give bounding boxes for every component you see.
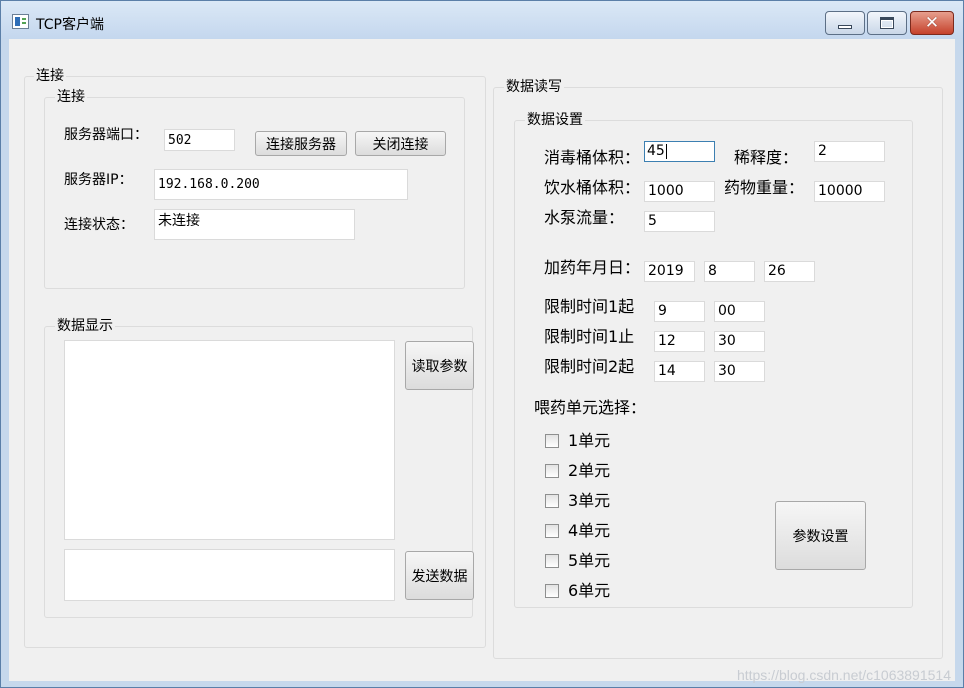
- watermark: https://blog.csdn.net/c1063891514: [736, 667, 951, 683]
- status-field: 未连接: [154, 209, 355, 240]
- port-input[interactable]: 502: [164, 129, 235, 151]
- close-connection-button[interactable]: 关闭连接: [355, 131, 446, 156]
- status-label: 连接状态：: [64, 217, 134, 233]
- limit1-end-minute-input[interactable]: 30: [714, 331, 765, 352]
- unit-5-checkbox[interactable]: 5单元: [545, 551, 610, 571]
- dilution-label: 稀释度：: [734, 148, 799, 167]
- limit2-start-label: 限制时间2起: [544, 357, 635, 376]
- app-icon: [12, 14, 29, 29]
- pump-flow-label: 水泵流量：: [544, 208, 625, 227]
- text-caret: [665, 143, 667, 159]
- dosing-year-input[interactable]: 2019: [644, 261, 695, 282]
- water-volume-input[interactable]: 1000: [644, 181, 715, 202]
- unit-2-checkbox[interactable]: 2单元: [545, 461, 610, 481]
- data-rw-group: 数据读写 数据设置 消毒桶体积： 45 稀释度： 2 饮水桶体积： 1000 药…: [493, 79, 943, 659]
- send-data-textarea[interactable]: [64, 549, 395, 601]
- checkbox-box[interactable]: [545, 494, 559, 508]
- checkbox-box[interactable]: [545, 584, 559, 598]
- disinfect-volume-label: 消毒桶体积：: [544, 148, 641, 167]
- send-data-button[interactable]: 发送数据: [405, 551, 474, 600]
- data-display-group: 数据显示 读取参数 发送数据: [44, 318, 474, 618]
- pump-flow-input[interactable]: 5: [644, 211, 715, 232]
- unit-3-label: 3单元: [568, 491, 611, 510]
- port-label: 服务器端口：: [64, 127, 148, 143]
- checkbox-box[interactable]: [545, 464, 559, 478]
- connection-outer-group: 连接 连接 服务器端口： 502 连接服务器 关闭连接 服务器IP： 192.1…: [24, 68, 486, 648]
- dosing-date-label: 加药年月日：: [544, 258, 641, 277]
- data-settings-title: 数据设置: [525, 112, 585, 128]
- dosing-day-input[interactable]: 26: [764, 261, 815, 282]
- connect-server-button[interactable]: 连接服务器: [255, 131, 347, 156]
- dosing-month-input[interactable]: 8: [704, 261, 755, 282]
- limit2-start-minute-input[interactable]: 30: [714, 361, 765, 382]
- ip-input[interactable]: 192.168.0.200: [154, 169, 408, 200]
- maximize-button[interactable]: [867, 11, 907, 35]
- maximize-icon: [880, 17, 894, 29]
- client-area: 连接 连接 服务器端口： 502 连接服务器 关闭连接 服务器IP： 192.1…: [9, 39, 955, 681]
- checkbox-box[interactable]: [545, 434, 559, 448]
- unit-6-label: 6单元: [568, 581, 611, 600]
- title-bar[interactable]: TCP客户端 ✕: [1, 1, 963, 39]
- unit-select-label: 喂药单元选择：: [534, 398, 647, 417]
- close-icon: ✕: [924, 12, 940, 33]
- unit-4-label: 4单元: [568, 521, 611, 540]
- checkbox-box[interactable]: [545, 554, 559, 568]
- unit-3-checkbox[interactable]: 3单元: [545, 491, 610, 511]
- data-settings-group: 数据设置 消毒桶体积： 45 稀释度： 2 饮水桶体积： 1000 药物重量： …: [514, 112, 913, 608]
- disinfect-volume-input[interactable]: 45: [644, 141, 715, 162]
- limit1-end-hour-input[interactable]: 12: [654, 331, 705, 352]
- unit-6-checkbox[interactable]: 6单元: [545, 581, 610, 601]
- unit-2-label: 2单元: [568, 461, 611, 480]
- read-params-button[interactable]: 读取参数: [405, 341, 474, 390]
- drug-weight-label: 药物重量：: [724, 178, 805, 197]
- unit-1-checkbox[interactable]: 1单元: [545, 431, 610, 451]
- data-rw-title: 数据读写: [504, 79, 564, 95]
- param-settings-button[interactable]: 参数设置: [775, 501, 866, 570]
- window-title: TCP客户端: [36, 17, 104, 33]
- connection-group: 连接 服务器端口： 502 连接服务器 关闭连接 服务器IP： 192.168.…: [44, 89, 465, 289]
- water-volume-label: 饮水桶体积：: [544, 178, 641, 197]
- minimize-icon: [838, 25, 852, 29]
- minimize-button[interactable]: [825, 11, 865, 35]
- data-display-textarea[interactable]: [64, 340, 395, 540]
- app-window: TCP客户端 ✕ 连接 连接 服务器端口： 502 连接服务器 关闭连接 服务器…: [0, 0, 964, 688]
- data-display-title: 数据显示: [55, 318, 115, 334]
- limit1-end-label: 限制时间1止: [544, 327, 635, 346]
- unit-1-label: 1单元: [568, 431, 611, 450]
- limit1-start-hour-input[interactable]: 9: [654, 301, 705, 322]
- dilution-input[interactable]: 2: [814, 141, 885, 162]
- disinfect-volume-value: 45: [647, 143, 665, 159]
- connection-group-title: 连接: [55, 89, 87, 105]
- unit-4-checkbox[interactable]: 4单元: [545, 521, 610, 541]
- limit1-start-label: 限制时间1起: [544, 297, 635, 316]
- ip-label: 服务器IP：: [64, 172, 133, 188]
- close-button[interactable]: ✕: [910, 11, 954, 35]
- limit1-start-minute-input[interactable]: 00: [714, 301, 765, 322]
- unit-5-label: 5单元: [568, 551, 611, 570]
- drug-weight-input[interactable]: 10000: [814, 181, 885, 202]
- connection-outer-title: 连接: [34, 68, 66, 84]
- limit2-start-hour-input[interactable]: 14: [654, 361, 705, 382]
- checkbox-box[interactable]: [545, 524, 559, 538]
